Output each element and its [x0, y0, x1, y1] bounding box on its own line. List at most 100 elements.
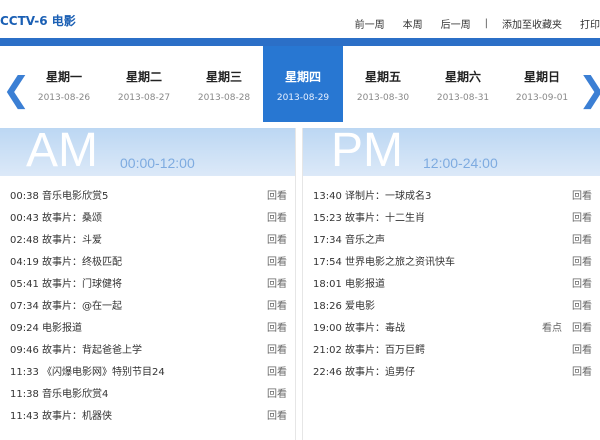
day-name: 星期二 [125, 70, 162, 84]
day-tab-tue[interactable]: 星期二 2013-08-27 [104, 46, 184, 122]
replay-link[interactable]: 回看 [267, 406, 287, 428]
this-week-link[interactable]: 本周 [403, 16, 423, 31]
replay-link[interactable]: 回看 [267, 252, 287, 274]
program-row: 15:23 故事片：十二生肖 回看 [303, 208, 600, 230]
program-title[interactable]: 故事片：十二生肖 [345, 213, 425, 224]
program-title[interactable]: 故事片：背起爸爸上学 [42, 345, 142, 356]
pm-label: PM [331, 124, 403, 177]
chevron-right-icon[interactable]: ❯ [578, 70, 600, 110]
day-date: 2013-08-31 [436, 93, 490, 103]
replay-link[interactable]: 回看 [267, 230, 287, 252]
day-date: 2013-08-27 [117, 93, 171, 103]
add-favorites-link[interactable]: 添加至收藏夹 [502, 16, 562, 31]
chevron-left-icon[interactable]: ❮ [2, 70, 31, 110]
program-row: 09:24 电影报道 回看 [0, 318, 295, 340]
day-tab-sun[interactable]: 星期日 2013-09-01 [502, 46, 582, 122]
am-panel-header: AM 00:00-12:00 [0, 124, 295, 177]
replay-link[interactable]: 回看 [267, 384, 287, 406]
replay-link[interactable]: 回看 [572, 362, 592, 384]
replay-link[interactable]: 回看 [572, 208, 592, 230]
program-time: 09:24 [10, 323, 39, 334]
day-date: 2013-08-28 [197, 93, 251, 103]
program-title[interactable]: 故事片：追男仔 [345, 367, 415, 378]
program-row: 11:33 《闪爆电影网》特别节目24 回看 [0, 362, 295, 384]
replay-link[interactable]: 回看 [267, 186, 287, 208]
pm-panel-header: PM 12:00-24:00 [303, 124, 600, 177]
replay-link[interactable]: 回看 [267, 362, 287, 384]
program-row: 18:01 电影报道 回看 [303, 274, 600, 296]
replay-link[interactable]: 回看 [572, 318, 592, 340]
program-row: 07:34 故事片：@在一起 回看 [0, 296, 295, 318]
program-title[interactable]: 故事片：斗爱 [42, 235, 102, 246]
replay-link[interactable]: 回看 [267, 208, 287, 230]
replay-link[interactable]: 回看 [267, 340, 287, 362]
program-title[interactable]: 爱电影 [345, 301, 375, 312]
program-row: 11:38 音乐电影欣赏4 回看 [0, 384, 295, 406]
day-name: 星期六 [444, 70, 481, 84]
replay-link[interactable]: 回看 [267, 296, 287, 318]
program-time: 11:33 [10, 367, 39, 378]
day-tab-fri[interactable]: 星期五 2013-08-30 [343, 46, 423, 122]
program-title[interactable]: 音乐电影欣赏5 [42, 191, 108, 202]
program-title[interactable]: 故事片：毒战 [345, 323, 405, 334]
program-time: 18:26 [313, 301, 342, 312]
program-time: 11:38 [10, 389, 39, 400]
pm-program-list: 13:40 译制片：一球成名3 回看 15:23 故事片：十二生肖 回看 17:34 音乐之声… [303, 176, 600, 384]
highlights-link[interactable]: 看点 [542, 318, 562, 340]
day-tab-wed[interactable]: 星期三 2013-08-28 [184, 46, 264, 122]
program-title[interactable]: 故事片：桑颂 [42, 213, 102, 224]
replay-link[interactable]: 回看 [572, 186, 592, 208]
program-title[interactable]: 音乐电影欣赏4 [42, 389, 108, 400]
program-title[interactable]: 故事片：门球健将 [42, 279, 122, 290]
program-row: 00:43 故事片：桑颂 回看 [0, 208, 295, 230]
program-row: 04:19 故事片：终极匹配 回看 [0, 252, 295, 274]
program-row: 11:43 故事片：机器侠 回看 [0, 406, 295, 428]
program-title[interactable]: 故事片：机器侠 [42, 411, 112, 422]
replay-link[interactable]: 回看 [572, 230, 592, 252]
week-links: 前一周 本周 后一周 | 添加至收藏夹 打印 [355, 16, 600, 31]
day-tab-mon[interactable]: 星期一 2013-08-26 [24, 46, 104, 122]
program-time: 00:38 [10, 191, 39, 202]
replay-link[interactable]: 回看 [572, 274, 592, 296]
pm-schedule-panel: PM 12:00-24:00 13:40 译制片：一球成名3 回看 15:23 故事片：… [302, 124, 600, 440]
am-program-list: 00:38 音乐电影欣赏5 回看 00:43 故事片：桑颂 回看 02:48 故事片：斗爱 回看… [0, 176, 295, 428]
program-title[interactable]: 《闪爆电影网》特别节目24 [42, 367, 165, 378]
program-title[interactable]: 世界电影之旅之资讯快车 [345, 257, 455, 268]
day-tab-thu[interactable]: 星期四 2013-08-29 [263, 46, 343, 122]
prev-week-link[interactable]: 前一周 [355, 16, 385, 31]
program-title[interactable]: 电影报道 [42, 323, 82, 334]
program-row: 19:00 故事片：毒战 看点 回看 [303, 318, 600, 340]
day-selector: ❮ 星期一 2013-08-26 星期二 2013-08-27 星期三 2013… [0, 46, 600, 124]
program-row: 13:40 译制片：一球成名3 回看 [303, 186, 600, 208]
program-row: 00:38 音乐电影欣赏5 回看 [0, 186, 295, 208]
replay-link[interactable]: 回看 [572, 296, 592, 318]
am-schedule-panel: AM 00:00-12:00 00:38 音乐电影欣赏5 回看 00:43 故事片：桑颂… [0, 124, 296, 440]
print-link[interactable]: 打印 [580, 16, 600, 31]
replay-link[interactable]: 回看 [267, 318, 287, 340]
program-row: 21:02 故事片：百万巨鳄 回看 [303, 340, 600, 362]
program-time: 09:46 [10, 345, 39, 356]
program-title[interactable]: 译制片：一球成名3 [345, 191, 431, 202]
program-time: 18:01 [313, 279, 342, 290]
program-title[interactable]: 故事片：@在一起 [42, 301, 122, 312]
program-time: 05:41 [10, 279, 39, 290]
program-title[interactable]: 故事片：百万巨鳄 [345, 345, 425, 356]
program-row: 18:26 爱电影 回看 [303, 296, 600, 318]
program-row: 22:46 故事片：追男仔 回看 [303, 362, 600, 384]
replay-link[interactable]: 回看 [267, 274, 287, 296]
program-time: 13:40 [313, 191, 342, 202]
day-name: 星期四 [284, 70, 321, 84]
day-date: 2013-09-01 [515, 93, 569, 103]
replay-link[interactable]: 回看 [572, 252, 592, 274]
program-title[interactable]: 电影报道 [345, 279, 385, 290]
next-week-link[interactable]: 后一周 [441, 16, 471, 31]
am-time-range: 00:00-12:00 [120, 155, 195, 171]
header-divider [0, 38, 600, 46]
program-time: 07:34 [10, 301, 39, 312]
day-name: 星期日 [523, 70, 560, 84]
program-time: 00:43 [10, 213, 39, 224]
replay-link[interactable]: 回看 [572, 340, 592, 362]
program-title[interactable]: 音乐之声 [345, 235, 385, 246]
program-title[interactable]: 故事片：终极匹配 [42, 257, 122, 268]
day-tab-sat[interactable]: 星期六 2013-08-31 [423, 46, 503, 122]
